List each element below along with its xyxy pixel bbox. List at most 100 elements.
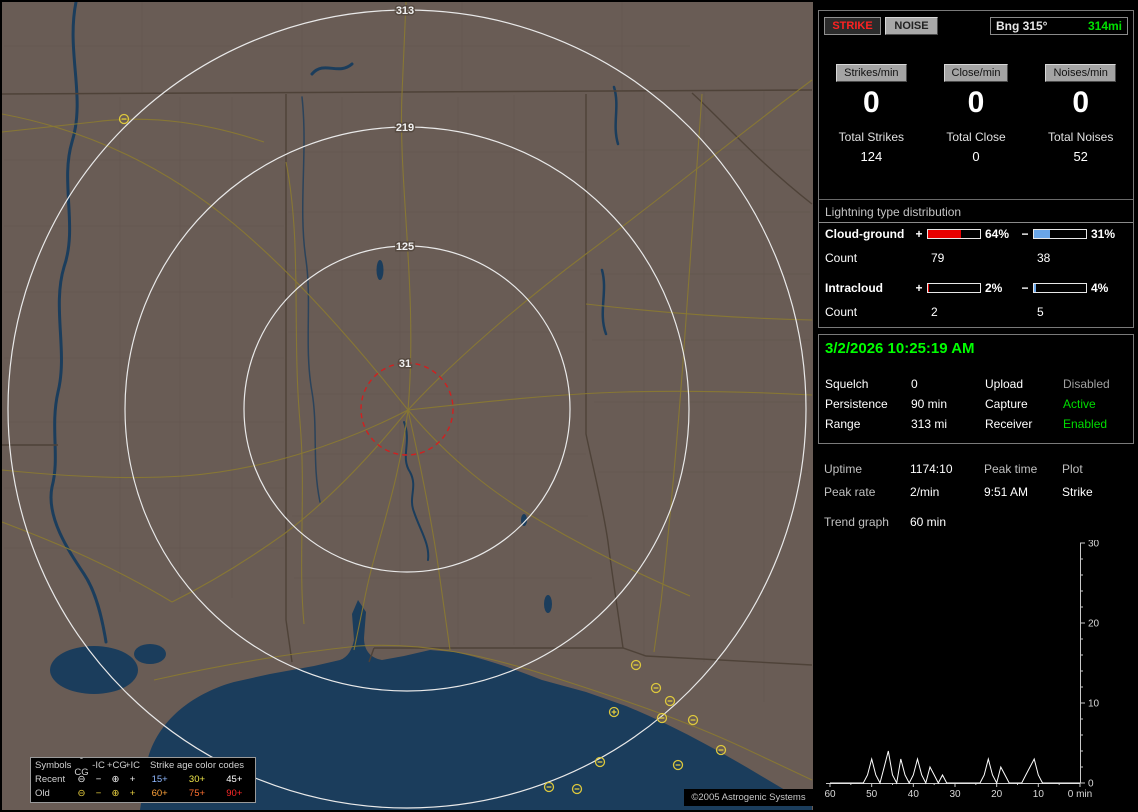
divider: [819, 199, 1133, 200]
strikes-column: Strikes/min 0 Total Strikes 124: [819, 63, 924, 164]
capture-status: Active: [1063, 397, 1096, 411]
uptime-label: Uptime: [824, 462, 863, 476]
legend-symbols-header: Symbols: [35, 760, 72, 771]
svg-text:313: 313: [396, 5, 414, 17]
range-label: Range: [825, 417, 861, 431]
distribution-title: Lightning type distribution: [819, 205, 1133, 223]
ic-minus-pct: 4%: [1091, 280, 1109, 295]
strikes-per-min-chip[interactable]: Strikes/min: [836, 64, 907, 82]
ic-plus-pct: 2%: [985, 280, 1003, 295]
age-codes-old: 60+ 75+ 90+: [141, 787, 253, 801]
intracloud-label: Intracloud: [825, 280, 884, 295]
age-code: 60+: [151, 788, 168, 799]
svg-text:50: 50: [866, 789, 878, 800]
pos-ic-recent-icon: +: [129, 774, 136, 785]
upload-label: Upload: [985, 377, 1024, 391]
neg-ic-recent-icon: −: [95, 774, 102, 785]
age-codes-recent: 15+ 30+ 45+: [141, 773, 253, 787]
svg-text:30: 30: [1088, 540, 1100, 550]
cg-plus-bar: [927, 228, 981, 239]
bearing-label: Bng 315°: [996, 19, 1048, 33]
legend-recent-label: Recent: [35, 774, 66, 785]
session-panel: Uptime 1174:10 Peak time Plot Peak rate …: [818, 452, 1134, 812]
age-code: 90+: [226, 788, 243, 799]
svg-text:20: 20: [1088, 619, 1100, 630]
trend-graph-label: Trend graph: [824, 515, 889, 529]
noises-per-min-chip[interactable]: Noises/min: [1045, 64, 1116, 82]
peak-time-value: 9:51 AM: [984, 485, 1029, 499]
strike-mode-button[interactable]: STRIKE: [824, 17, 881, 35]
cloud-ground-row: Cloud-ground + 64% − 31%: [825, 226, 1129, 241]
cg-minus-count: 38: [1037, 251, 1051, 265]
noise-mode-button[interactable]: NOISE: [885, 17, 938, 35]
noises-column: Noises/min 0 Total Noises 52: [1028, 63, 1133, 164]
session-row: Uptime 1174:10 Peak time Plot: [824, 462, 1130, 476]
status-row: Squelch 0 Upload Disabled: [825, 377, 1129, 391]
close-per-min-chip[interactable]: Close/min: [943, 64, 1009, 82]
persistence-value: 90 min: [911, 397, 948, 411]
uptime-value: 1174:10: [910, 462, 953, 476]
bearing-readout: Bng 315° 314mi: [990, 17, 1128, 35]
status-row: Range 313 mi Receiver Enabled: [825, 417, 1129, 431]
lightning-map[interactable]: 313 219 125 31 Symbols -CG -IC +CG +IC Stri…: [2, 2, 813, 810]
noises-per-min-value: 0: [1072, 86, 1090, 119]
trend-graph-value: 60 min: [910, 515, 947, 529]
plus-sign: +: [915, 226, 923, 241]
status-row: Persistence 90 min Capture Active: [825, 397, 1129, 411]
range-value: 313 mi: [911, 417, 948, 431]
persistence-label: Persistence: [825, 397, 888, 411]
pos-cg-old-icon: ⊕: [111, 788, 120, 799]
copyright-notice: ©2005 Astrogenic Systems: [684, 789, 813, 806]
cg-plus-count: 79: [931, 251, 945, 265]
intracloud-row: Intracloud + 2% − 4%: [825, 280, 1129, 295]
minus-sign: −: [1021, 280, 1029, 295]
age-code: 30+: [188, 774, 206, 785]
legend-old-label: Old: [35, 788, 50, 799]
cg-minus-bar: [1033, 228, 1087, 239]
neg-cg-recent-icon: ⊖: [77, 774, 86, 785]
neg-ic-old-icon: −: [95, 788, 102, 799]
squelch-label: Squelch: [825, 377, 869, 391]
legend-age-header: Strike age color codes: [150, 760, 244, 771]
strikes-per-min-value: 0: [862, 86, 880, 119]
cloud-ground-label: Cloud-ground: [825, 226, 905, 241]
svg-text:219: 219: [396, 122, 414, 134]
age-code: 45+: [226, 774, 243, 785]
svg-text:31: 31: [399, 358, 411, 370]
legend-pos-cg-header: +CG: [107, 760, 127, 771]
trend-chart-svg: 0 10 20 30 60 50 40 30 20 10 0 min: [824, 540, 1100, 800]
peak-time-label: Peak time: [984, 462, 1038, 476]
sidebar: STRIKE NOISE Bng 315° 314mi Strikes/min …: [818, 0, 1136, 812]
squelch-value: 0: [911, 377, 918, 391]
session-row: Trend graph 60 min: [824, 515, 1130, 529]
strike-stats-panel: STRIKE NOISE Bng 315° 314mi Strikes/min …: [818, 10, 1134, 328]
plot-value: Strike: [1062, 485, 1093, 499]
map-svg: 313 219 125 31: [2, 2, 813, 810]
receiver-status: Enabled: [1063, 417, 1108, 431]
ic-plus-count: 2: [931, 305, 938, 319]
svg-text:125: 125: [396, 241, 414, 253]
total-noises-value: 52: [1073, 149, 1088, 164]
age-code: 75+: [188, 788, 206, 799]
neg-cg-old-icon: ⊖: [77, 788, 86, 799]
total-close-label: Total Close: [946, 130, 1006, 144]
legend-pos-ic-header: +IC: [124, 760, 141, 771]
receiver-label: Receiver: [985, 417, 1033, 431]
close-column: Close/min 0 Total Close 0: [924, 63, 1029, 164]
capture-label: Capture: [985, 397, 1028, 411]
count-label: Count: [825, 251, 858, 265]
peak-rate-value: 2/min: [910, 485, 940, 499]
total-close-value: 0: [972, 149, 980, 164]
svg-text:0 min: 0 min: [1068, 789, 1092, 800]
svg-text:0: 0: [1088, 779, 1094, 790]
datetime-display: 3/2/2026 10:25:19 AM: [825, 340, 975, 357]
ic-minus-bar: [1033, 282, 1087, 293]
svg-text:30: 30: [949, 789, 961, 800]
upload-status: Disabled: [1063, 377, 1110, 391]
cg-plus-pct: 64%: [985, 226, 1010, 241]
plus-sign: +: [915, 280, 923, 295]
minus-sign: −: [1021, 226, 1029, 241]
pos-ic-old-icon: +: [129, 788, 136, 799]
intracloud-counts: Count 2 5: [825, 305, 1129, 319]
count-label: Count: [825, 305, 858, 319]
